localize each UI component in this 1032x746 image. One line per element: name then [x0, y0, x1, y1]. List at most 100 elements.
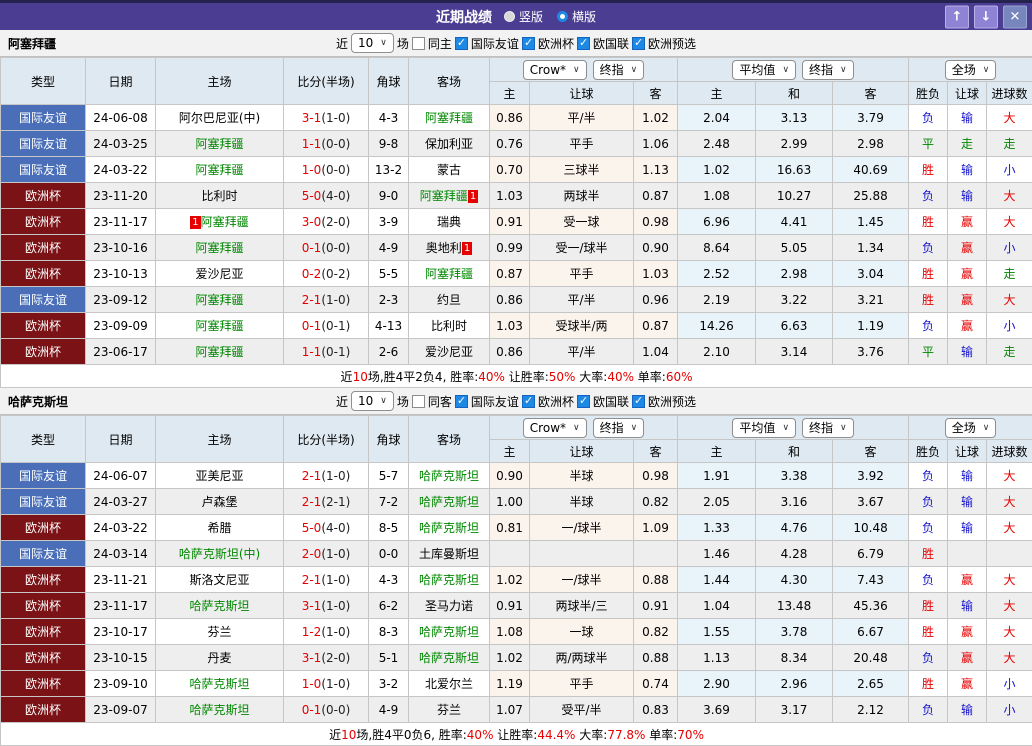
home-team-cell: 希腊	[156, 515, 284, 541]
league-checkbox-0[interactable]	[455, 395, 468, 408]
league-checkbox-2[interactable]	[577, 37, 590, 50]
radio-icon-selected[interactable]	[557, 11, 568, 22]
bookmaker-select[interactable]: Crow*∨	[523, 60, 587, 80]
recent-prefix: 近	[336, 393, 348, 410]
score-cell: 2-1(2-1)	[284, 489, 369, 515]
table-row: 欧洲杯 23-10-16 阿塞拜疆 0-1(0-0) 4-9 奥地利1 0.99…	[1, 235, 1032, 261]
fulltime-select[interactable]: 全场∨	[945, 418, 997, 438]
result-cell: 负	[909, 515, 948, 541]
league-checkbox-0[interactable]	[455, 37, 468, 50]
average-stage-select[interactable]: 终指∨	[802, 418, 854, 438]
close-button[interactable]: ✕	[1003, 5, 1027, 28]
score-cell: 0-1(0-1)	[284, 313, 369, 339]
home-team-cell: 斯洛文尼亚	[156, 567, 284, 593]
arrow-down-icon: ↓	[981, 10, 992, 23]
result-cell: 赢	[948, 313, 987, 339]
score-cell: 0-1(0-0)	[284, 235, 369, 261]
average-odds-cell: 2.65	[833, 671, 909, 697]
average-select[interactable]: 平均值∨	[732, 60, 796, 80]
team-name: 阿塞拜疆	[195, 345, 243, 359]
same-venue-checkbox[interactable]	[412, 395, 425, 408]
radio-horizontal-label: 横版	[572, 8, 596, 25]
fulltime-select[interactable]: 全场∨	[945, 60, 997, 80]
app: { "titlebar": { "title": "近期战绩", "radios…	[0, 0, 1032, 746]
table-row: 欧洲杯 23-11-17 1阿塞拜疆 3-0(2-0) 3-9 瑞典 0.91受…	[1, 209, 1032, 235]
sub-column-header: 客	[833, 440, 909, 463]
match-type-cell: 欧洲杯	[1, 697, 86, 723]
match-type-cell: 欧洲杯	[1, 235, 86, 261]
team-name: 爱沙尼亚	[195, 267, 243, 281]
league-label: 国际友谊	[471, 35, 519, 52]
match-type-cell: 国际友谊	[1, 541, 86, 567]
matches-table: 类型日期主场比分(半场)角球客场 Crow*∨终指∨ 平均值∨终指∨ 全场∨ 主…	[0, 415, 1032, 746]
away-team-cell: 阿塞拜疆	[409, 261, 490, 287]
average-odds-cell: 2.98	[833, 131, 909, 157]
odds-cell: 1.02	[634, 105, 678, 131]
bookmaker-select[interactable]: Crow*∨	[523, 418, 587, 438]
average-stage-select[interactable]: 终指∨	[802, 60, 854, 80]
average-odds-cell: 3.04	[833, 261, 909, 287]
team-name: 约旦	[437, 293, 461, 307]
odds-stage-select[interactable]: 终指∨	[593, 418, 645, 438]
average-group-header: 平均值∨ 终指∨	[678, 416, 909, 440]
radio-horizontal-layout[interactable]: 横版	[557, 8, 596, 25]
league-checkbox-3[interactable]	[632, 395, 645, 408]
table-row: 欧洲杯 23-10-15 丹麦 3-1(2-0) 5-1 哈萨克斯坦 1.02两…	[1, 645, 1032, 671]
home-team-cell: 亚美尼亚	[156, 463, 284, 489]
table-row: 欧洲杯 24-03-22 希腊 5-0(4-0) 8-5 哈萨克斯坦 0.81一…	[1, 515, 1032, 541]
result-cell	[948, 541, 987, 567]
corners-cell: 2-3	[369, 287, 409, 313]
date-cell: 23-11-20	[86, 183, 156, 209]
recent-suffix: 场	[397, 393, 409, 410]
move-down-button[interactable]: ↓	[974, 5, 998, 28]
team-name: 阿塞拜疆	[201, 215, 249, 229]
title-bar: 近期战绩 竖版 横版 ↑ ↓ ✕	[0, 0, 1032, 30]
radio-icon[interactable]	[504, 11, 515, 22]
team-name: 哈萨克斯坦	[419, 521, 479, 535]
team-name: 哈萨克斯坦	[419, 573, 479, 587]
chevron-down-icon: ∨	[573, 420, 580, 436]
league-checkbox-2[interactable]	[577, 395, 590, 408]
corners-cell: 8-5	[369, 515, 409, 541]
recent-count-select[interactable]: 10∨	[351, 33, 394, 53]
odds-cell: 0.74	[634, 671, 678, 697]
filter-controls: 近 10∨ 场 同主国际友谊欧洲杯欧国联欧洲预选	[336, 33, 696, 53]
average-odds-cell: 6.67	[833, 619, 909, 645]
recent-count-select[interactable]: 10∨	[351, 391, 394, 411]
corners-cell: 9-0	[369, 183, 409, 209]
result-cell: 负	[909, 567, 948, 593]
radio-vertical-layout[interactable]: 竖版	[504, 8, 543, 25]
average-odds-cell: 1.91	[678, 463, 756, 489]
odds-cell: 0.98	[634, 209, 678, 235]
team-name: 芬兰	[437, 703, 461, 717]
team-name: 哈萨克斯坦	[189, 599, 249, 613]
date-cell: 23-09-12	[86, 287, 156, 313]
average-select[interactable]: 平均值∨	[732, 418, 796, 438]
score-cell: 1-0(1-0)	[284, 671, 369, 697]
odds-stage-select[interactable]: 终指∨	[593, 60, 645, 80]
result-cell: 小	[987, 671, 1032, 697]
corners-cell: 7-2	[369, 489, 409, 515]
odds-cell: 0.98	[634, 463, 678, 489]
team-name: 哈萨克斯坦	[189, 677, 249, 691]
average-odds-cell: 2.98	[756, 261, 833, 287]
result-cell: 走	[987, 339, 1032, 365]
odds-cell: 1.03	[490, 183, 530, 209]
average-odds-cell: 3.78	[756, 619, 833, 645]
home-team-cell: 阿塞拜疆	[156, 235, 284, 261]
odds-cell: 一球	[530, 619, 634, 645]
league-checkbox-3[interactable]	[632, 37, 645, 50]
team-name: 阿塞拜疆	[195, 241, 243, 255]
column-header: 日期	[86, 58, 156, 105]
average-odds-cell: 6.79	[833, 541, 909, 567]
corners-cell: 3-9	[369, 209, 409, 235]
league-checkbox-1[interactable]	[522, 395, 535, 408]
chevron-down-icon: ∨	[782, 420, 789, 436]
column-header: 主场	[156, 416, 284, 463]
odds-cell: 0.90	[490, 463, 530, 489]
date-cell: 23-11-17	[86, 209, 156, 235]
team-name: 保加利亚	[425, 137, 473, 151]
same-venue-checkbox[interactable]	[412, 37, 425, 50]
move-up-button[interactable]: ↑	[945, 5, 969, 28]
league-checkbox-1[interactable]	[522, 37, 535, 50]
